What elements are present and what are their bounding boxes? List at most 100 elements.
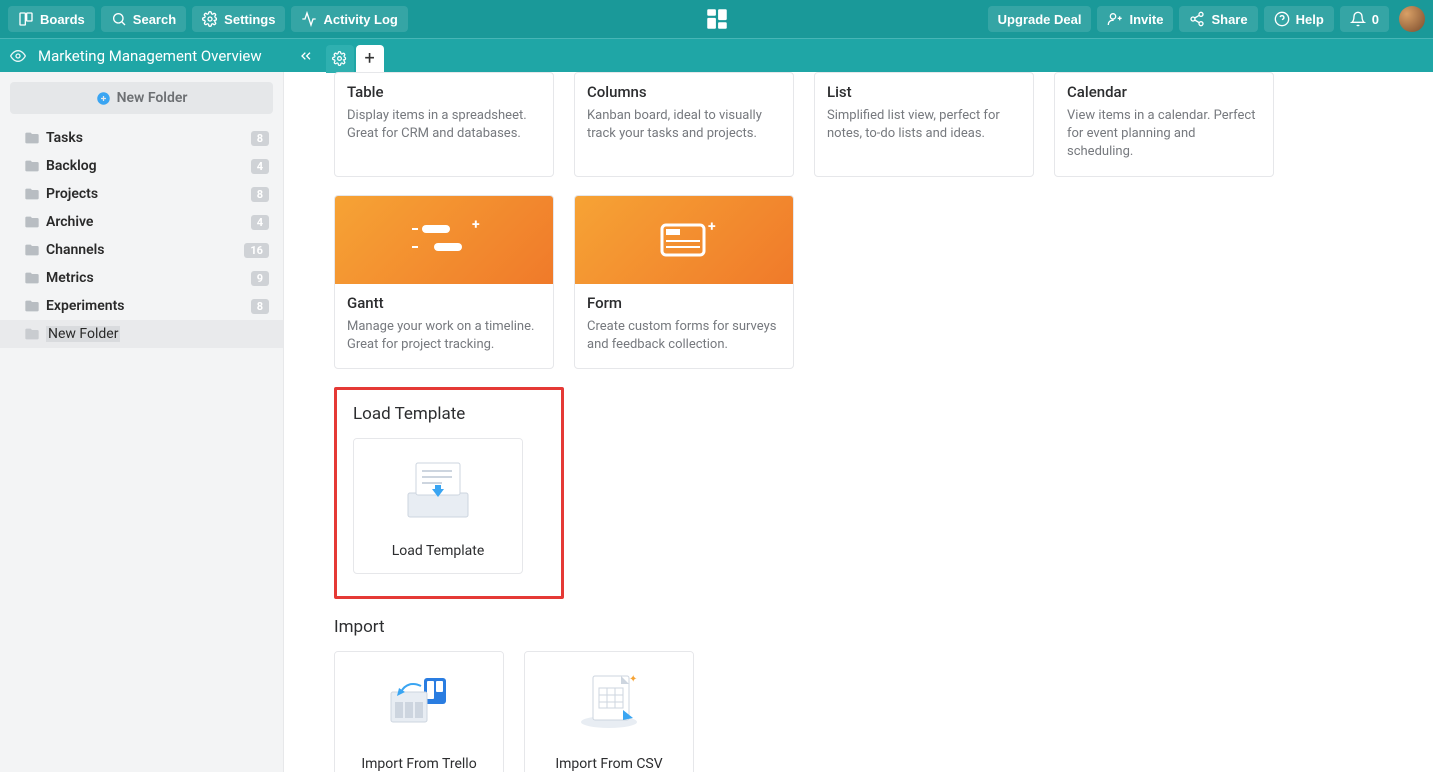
sidebar-item-count: 8 xyxy=(251,131,269,146)
gear-icon xyxy=(202,11,218,27)
sidebar-item-backlog[interactable]: Backlog 4 xyxy=(0,152,283,180)
view-desc: Simplified list view, perfect for notes,… xyxy=(827,107,1021,143)
main-content: Table Display items in a spreadsheet. Gr… xyxy=(284,72,1433,772)
svg-text:+: + xyxy=(472,217,480,233)
sidebar-item-tasks[interactable]: Tasks 8 xyxy=(0,124,283,152)
boards-icon xyxy=(18,11,34,27)
search-icon xyxy=(111,11,127,27)
view-card-table[interactable]: Table Display items in a spreadsheet. Gr… xyxy=(334,72,554,177)
sidebar-item-projects[interactable]: Projects 8 xyxy=(0,180,283,208)
settings-label: Settings xyxy=(224,12,275,27)
view-card-calendar[interactable]: Calendar View items in a calendar. Perfe… xyxy=(1054,72,1274,177)
import-trello-label: Import From Trello xyxy=(335,746,503,772)
visibility-icon xyxy=(10,48,26,64)
activity-icon xyxy=(301,11,317,27)
activity-label: Activity Log xyxy=(323,12,397,27)
view-title: Table xyxy=(347,83,541,101)
settings-button[interactable]: Settings xyxy=(192,6,285,32)
folder-icon xyxy=(24,326,40,342)
form-thumb: + xyxy=(575,196,793,284)
sidebar-item-count: 8 xyxy=(251,299,269,314)
upgrade-button[interactable]: Upgrade Deal xyxy=(988,6,1092,32)
import-csv-thumb: ✦ xyxy=(525,652,693,746)
view-card-gantt[interactable]: + Gantt Manage your work on a timeline. … xyxy=(334,195,554,369)
import-csv-label: Import From CSV xyxy=(525,746,693,772)
view-desc: View items in a calendar. Perfect for ev… xyxy=(1067,107,1261,162)
folder-icon xyxy=(24,242,40,258)
workspace-title: Marketing Management Overview xyxy=(38,47,262,65)
sidebar: New Folder Tasks 8 Backlog 4 Projects 8 Archiv… xyxy=(0,72,284,772)
sidebar-item-channels[interactable]: Channels 16 xyxy=(0,236,283,264)
view-desc: Manage your work on a timeline. Great fo… xyxy=(347,318,541,354)
load-template-card-label: Load Template xyxy=(392,543,485,559)
invite-icon xyxy=(1107,11,1123,27)
folder-icon xyxy=(24,298,40,314)
boards-button[interactable]: Boards xyxy=(8,6,95,32)
subbar: Marketing Management Overview + xyxy=(0,38,1433,72)
view-title: Form xyxy=(587,294,781,312)
view-card-form[interactable]: + Form Create custom forms for surveys a… xyxy=(574,195,794,369)
search-label: Search xyxy=(133,12,176,27)
view-title: List xyxy=(827,83,1021,101)
app-logo xyxy=(704,6,730,32)
view-title: Calendar xyxy=(1067,83,1261,101)
sidebar-item-label: Projects xyxy=(46,186,98,202)
folder-icon xyxy=(24,158,40,174)
sidebar-item-label: Channels xyxy=(46,242,105,258)
new-folder-button[interactable]: New Folder xyxy=(10,82,273,114)
sidebar-item-count: 9 xyxy=(251,271,269,286)
sidebar-item-label: Backlog xyxy=(46,158,97,174)
folder-icon xyxy=(24,270,40,286)
import-section: Import xyxy=(334,617,1413,772)
view-card-columns[interactable]: Columns Kanban board, ideal to visually … xyxy=(574,72,794,177)
view-desc: Display items in a spreadsheet. Great fo… xyxy=(347,107,541,143)
load-template-card[interactable]: Load Template xyxy=(353,438,523,574)
sidebar-item-label: Metrics xyxy=(46,270,94,286)
topbar: Boards Search Settings Activity Log Upgr… xyxy=(0,0,1433,38)
folder-icon xyxy=(24,214,40,230)
section-title-import: Import xyxy=(334,617,1413,637)
sidebar-item-label: Tasks xyxy=(46,130,83,146)
plus-circle-icon xyxy=(96,91,111,106)
gantt-thumb: + xyxy=(335,196,553,284)
search-button[interactable]: Search xyxy=(101,6,186,32)
sidebar-item-count: 16 xyxy=(244,243,269,258)
boards-label: Boards xyxy=(40,12,85,27)
share-label: Share xyxy=(1211,12,1247,27)
new-tab-button[interactable]: + xyxy=(356,45,384,73)
svg-text:+: + xyxy=(708,219,716,235)
sidebar-item-new-folder-editing[interactable]: New Folder xyxy=(0,320,283,348)
import-trello-card[interactable]: Import From Trello xyxy=(334,651,504,772)
share-icon xyxy=(1189,11,1205,27)
sidebar-item-experiments[interactable]: Experiments 8 xyxy=(0,292,283,320)
sidebar-item-label: Experiments xyxy=(46,298,124,314)
notifications-button[interactable]: 0 xyxy=(1340,6,1389,32)
bell-icon xyxy=(1350,11,1366,27)
view-title: Gantt xyxy=(347,294,541,312)
sidebar-item-count: 4 xyxy=(251,159,269,174)
share-button[interactable]: Share xyxy=(1179,6,1257,32)
sidebar-item-metrics[interactable]: Metrics 9 xyxy=(0,264,283,292)
help-button[interactable]: Help xyxy=(1264,6,1334,32)
view-card-list[interactable]: List Simplified list view, perfect for n… xyxy=(814,72,1034,177)
upgrade-label: Upgrade Deal xyxy=(998,12,1082,27)
sidebar-item-archive[interactable]: Archive4 xyxy=(0,208,283,236)
folder-icon xyxy=(24,130,40,146)
tab-strip: + xyxy=(326,39,384,73)
new-folder-editing-text[interactable]: New Folder xyxy=(46,326,120,342)
load-template-section-highlight: Load Template L xyxy=(334,387,564,599)
invite-button[interactable]: Invite xyxy=(1097,6,1173,32)
sidebar-item-count: 8 xyxy=(251,187,269,202)
tab-settings-button[interactable] xyxy=(326,45,354,73)
view-desc: Kanban board, ideal to visually track yo… xyxy=(587,107,781,143)
collapse-sidebar-button[interactable] xyxy=(292,42,320,70)
sidebar-item-label: Archive xyxy=(46,214,93,230)
new-folder-label: New Folder xyxy=(117,90,188,106)
views-row-1: Table Display items in a spreadsheet. Gr… xyxy=(334,72,1413,177)
import-csv-card[interactable]: ✦ Import From CSV xyxy=(524,651,694,772)
view-desc: Create custom forms for surveys and feed… xyxy=(587,318,781,354)
activity-log-button[interactable]: Activity Log xyxy=(291,6,407,32)
view-title: Columns xyxy=(587,83,781,101)
avatar[interactable] xyxy=(1399,6,1425,32)
invite-label: Invite xyxy=(1129,12,1163,27)
